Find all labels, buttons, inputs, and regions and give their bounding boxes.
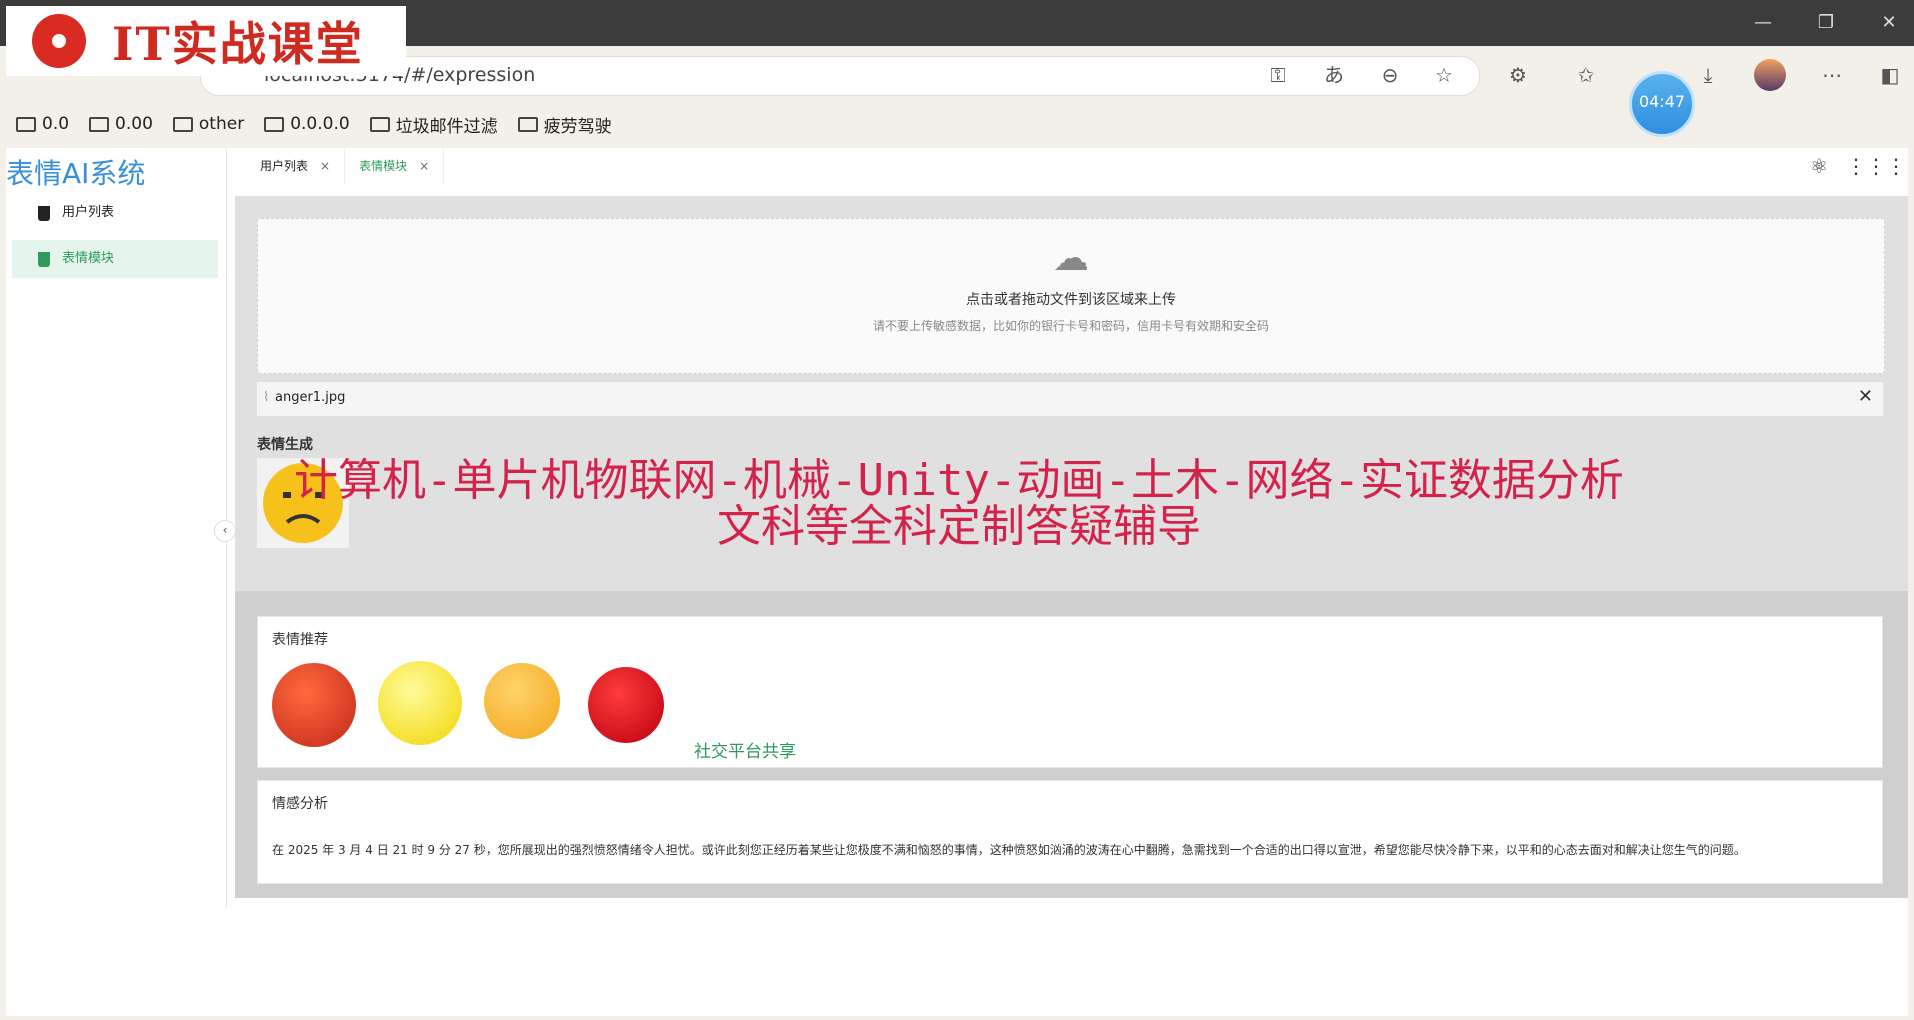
bookmarks-bar: 0.0 0.00 other 0.0.0.0 垃圾邮件过滤 疲劳驾驶 <box>0 110 612 138</box>
sidebar-item-users[interactable]: 用户列表 <box>12 194 218 232</box>
bucket-icon <box>38 206 50 221</box>
tab-expression[interactable]: 表情模块 × <box>345 148 445 184</box>
uploaded-file-item[interactable]: ⌇ anger1.jpg ✕ <box>257 382 1883 416</box>
folder-icon <box>89 116 110 132</box>
mad-face-icon[interactable] <box>588 667 664 743</box>
folder-icon <box>369 116 390 132</box>
analysis-card: 情感分析 在 2025 年 3 月 4 日 21 时 9 分 27 秒，您所展现… <box>257 780 1883 884</box>
favorites-icon[interactable]: ✩ <box>1570 59 1602 91</box>
favorite-star-icon[interactable]: ☆ <box>1428 59 1460 91</box>
upload-hint-text: 请不要上传敏感数据，比如你的银行卡号和密码，信用卡号有效期和安全码 <box>872 319 1269 333</box>
bookmark-item[interactable]: 0.0.0.0 <box>264 110 350 138</box>
app-viewport: 表情AI系统 用户列表 表情模块 ‹ 用户列表 × 表情模块 × ⚛ ⋮⋮⋮ ☁ 点… <box>6 148 1908 1016</box>
analysis-text: 在 2025 年 3 月 4 日 21 时 9 分 27 秒，您所展现出的强烈愤… <box>272 843 1746 857</box>
close-icon[interactable]: × <box>320 148 330 184</box>
promo-banner-line2: 文科等全科定制答疑辅导 <box>717 501 1201 552</box>
close-window-icon[interactable]: ✕ <box>1858 0 1914 46</box>
tab-users[interactable]: 用户列表 × <box>246 148 346 184</box>
generation-title: 表情生成 <box>257 437 313 453</box>
translate-icon[interactable]: あ <box>1318 59 1350 91</box>
angry-red-face-icon[interactable] <box>272 663 356 747</box>
more-icon[interactable]: ⋯ <box>1816 59 1848 91</box>
chrome-logo-icon <box>32 14 86 68</box>
recommend-card: 表情推荐 社交平台共享 <box>257 616 1883 768</box>
promo-banner-line1: 计算机-单片机物联网-机械-Unity-动画-土木-网络-实证数据分析 <box>294 455 1624 506</box>
key-icon[interactable]: ⚿ <box>1262 59 1294 91</box>
tab-bar: 用户列表 × 表情模块 × <box>246 148 445 184</box>
bookmark-item[interactable]: 垃圾邮件过滤 <box>369 110 498 138</box>
theme-icon[interactable]: ⚛ <box>1810 154 1828 178</box>
sidebar: 表情AI系统 用户列表 表情模块 <box>6 148 227 908</box>
close-icon[interactable]: × <box>419 148 429 184</box>
folder-icon <box>264 116 285 132</box>
recommend-title: 表情推荐 <box>272 632 328 648</box>
folder-icon <box>517 116 538 132</box>
annoyed-face-icon[interactable] <box>484 663 560 739</box>
folder-icon <box>16 116 36 132</box>
share-social-link[interactable]: 社交平台共享 <box>694 737 796 762</box>
bookmark-item[interactable]: other <box>172 110 244 138</box>
analysis-title: 情感分析 <box>272 796 328 812</box>
cloud-upload-icon: ☁ <box>1053 238 1089 279</box>
system-title: 表情AI系统 <box>6 157 146 190</box>
bookmark-item[interactable]: 0.00 <box>89 110 153 138</box>
download-icon[interactable]: ⤓ <box>1692 59 1724 91</box>
bookmark-item[interactable]: 疲劳驾驶 <box>517 110 612 138</box>
apps-grid-icon[interactable]: ⋮⋮⋮ <box>1846 154 1906 178</box>
bucket-icon <box>38 252 50 267</box>
minimize-icon[interactable]: — <box>1732 0 1794 46</box>
clock-widget: 04:47 <box>1629 71 1695 137</box>
sidebar-toggle-icon[interactable]: ◧ <box>1874 59 1906 91</box>
upload-dropzone[interactable]: ☁ 点击或者拖动文件到该区域来上传 请不要上传敏感数据，比如你的银行卡号和密码，… <box>257 218 1885 374</box>
tab-actions: ⚛ ⋮⋮⋮ <box>1810 154 1906 178</box>
sidebar-item-expression[interactable]: 表情模块 <box>12 240 218 278</box>
folder-icon <box>172 116 193 132</box>
upload-main-text: 点击或者拖动文件到该区域来上传 <box>966 292 1176 308</box>
logo-watermark: IT实战课堂 <box>6 6 406 76</box>
angry-yellow-face-icon[interactable] <box>378 661 462 745</box>
remove-file-icon[interactable]: ✕ <box>1858 386 1873 407</box>
logo-text: IT实战课堂 <box>112 17 364 71</box>
extensions-icon[interactable]: ⚙ <box>1502 59 1534 91</box>
bookmark-item[interactable]: 0.0 <box>16 110 69 138</box>
promo-banner-overlay: 计算机-单片机物联网-机械-Unity-动画-土木-网络-实证数据分析 文科等全… <box>229 458 1689 550</box>
file-name: anger1.jpg <box>275 390 346 405</box>
zoom-out-icon[interactable]: ⊖ <box>1374 59 1406 91</box>
restore-icon[interactable]: ❐ <box>1795 0 1857 46</box>
profile-avatar[interactable] <box>1754 59 1786 91</box>
paperclip-icon: ⌇ <box>263 390 270 405</box>
